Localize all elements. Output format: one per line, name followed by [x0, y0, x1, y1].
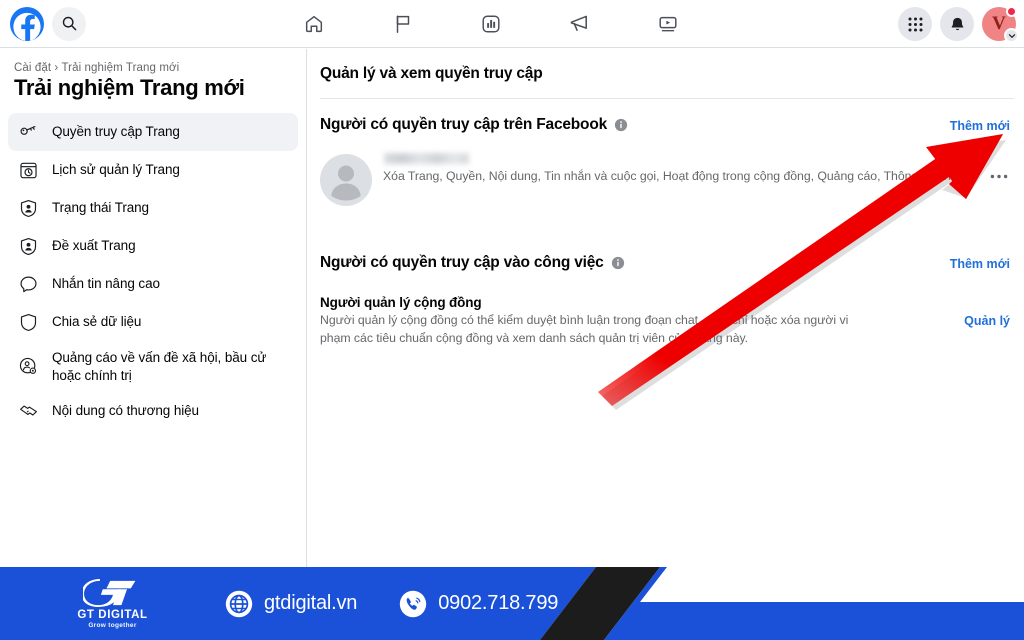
phone-call-icon: [400, 590, 427, 617]
person-avatar-icon: [320, 154, 372, 206]
facebook-access-section-header: Người có quyền truy cập trên Facebook Th…: [308, 99, 1024, 134]
person-more-options-button[interactable]: [986, 166, 1012, 186]
gt-brand-tagline: Grow together: [88, 621, 137, 629]
sidebar-item-social-issue-ads[interactable]: Quảng cáo về vấn đề xã hội, bầu cử hoặc …: [8, 341, 298, 392]
banner-items: GT DIGITAL Grow together gtdigital.vn 09…: [0, 567, 660, 640]
key-icon: [17, 121, 39, 143]
topbar-left-group: [0, 6, 270, 41]
video-icon: [659, 16, 677, 31]
community-manager-manage-link[interactable]: Quản lý: [964, 295, 1010, 328]
work-access-add-link[interactable]: Thêm mới: [950, 254, 1010, 271]
work-access-section-header: Người có quyền truy cập vào công việc Th…: [308, 206, 1024, 272]
community-manager-row: Người quản lý cộng đồng Người quản lý cộ…: [308, 272, 1024, 347]
person-details: Xóa Trang, Quyền, Nội dung, Tin nhắn và …: [372, 152, 1010, 186]
sidebar-item-label: Nhắn tin nâng cao: [52, 276, 160, 292]
sidebar-item-label: Lịch sử quản lý Trang: [52, 162, 180, 178]
sidebar-item-page-status[interactable]: Trạng thái Trang: [8, 189, 298, 227]
home-icon: [305, 15, 323, 32]
megaphone-ad-icon: [570, 15, 587, 31]
bell-icon: [951, 17, 963, 30]
facebook-logo-icon[interactable]: [10, 6, 44, 41]
nav-home-button[interactable]: [286, 3, 342, 45]
gt-monogram-icon: [82, 578, 135, 607]
search-icon: [62, 16, 76, 31]
gt-digital-logo: GT DIGITAL Grow together: [60, 578, 165, 629]
flag-icon: [396, 14, 409, 33]
sidebar-item-label: Chia sẻ dữ liệu: [52, 314, 142, 330]
sidebar-item-label: Quyền truy cập Trang: [52, 124, 180, 140]
search-button[interactable]: [52, 6, 86, 41]
info-circle-icon[interactable]: [611, 256, 625, 270]
facebook-page-settings-screen: V Cài đặt › Trải nghiệm Trang mới Trải n…: [0, 0, 1024, 640]
nav-insights-button[interactable]: [463, 3, 519, 45]
notifications-button[interactable]: [940, 7, 974, 41]
sidebar-item-page-access[interactable]: Quyền truy cập Trang: [8, 113, 298, 151]
shield-icon: [17, 311, 39, 333]
nav-video-button[interactable]: [640, 3, 696, 45]
breadcrumb: Cài đặt › Trải nghiệm Trang mới: [14, 62, 180, 74]
main-content-panel: Quản lý và xem quyền truy cập Người có q…: [308, 49, 1024, 567]
facebook-access-person-row: Xóa Trang, Quyền, Nội dung, Tin nhắn và …: [308, 134, 1024, 206]
sidebar-item-page-history[interactable]: Lịch sử quản lý Trang: [8, 151, 298, 189]
sidebar-item-label: Đề xuất Trang: [52, 238, 136, 254]
person-name-blurred: [384, 153, 469, 164]
main-heading: Quản lý và xem quyền truy cập: [320, 65, 543, 82]
banner-phone-item[interactable]: 0902.718.799: [399, 590, 558, 618]
gt-brand-name: GT DIGITAL: [77, 608, 148, 621]
topbar-nav-icons: [286, 0, 696, 48]
facebook-access-heading: Người có quyền truy cập trên Facebook: [320, 116, 628, 134]
nav-ads-button[interactable]: [552, 3, 608, 45]
person-permissions-text: Xóa Trang, Quyền, Nội dung, Tin nhắn và …: [383, 169, 973, 183]
sidebar-item-label: Trạng thái Trang: [52, 200, 149, 216]
apps-grid-icon: [908, 17, 922, 31]
work-access-heading-text: Người có quyền truy cập vào công việc: [320, 254, 604, 271]
shield-person-icon: [17, 235, 39, 257]
speech-bubble-icon: [17, 273, 39, 295]
avatar-notification-badge: [1006, 6, 1017, 17]
ellipsis-horizontal-icon: [990, 174, 1008, 178]
community-manager-description: Người quản lý cộng đồng có thể kiểm duyệ…: [320, 313, 849, 346]
sidebar-nav-list: Quyền truy cập Trang Lịch sử quản lý Tra…: [0, 113, 306, 430]
sidebar-item-data-sharing[interactable]: Chia sẻ dữ liệu: [8, 303, 298, 341]
handshake-icon: [17, 400, 39, 422]
shield-person-icon: [17, 197, 39, 219]
insights-chart-icon: [482, 14, 500, 33]
sidebar-item-page-suggestions[interactable]: Đề xuất Trang: [8, 227, 298, 265]
page-title: Trải nghiệm Trang mới: [14, 75, 245, 100]
person-gear-icon: [17, 356, 39, 378]
settings-sidebar: Cài đặt › Trải nghiệm Trang mới Trải ngh…: [0, 49, 307, 567]
nav-pages-button[interactable]: [375, 3, 431, 45]
facebook-access-heading-text: Người có quyền truy cập trên Facebook: [320, 116, 608, 133]
facebook-access-add-link[interactable]: Thêm mới: [950, 116, 1010, 133]
info-circle-icon[interactable]: [614, 118, 628, 132]
user-avatar-button[interactable]: V: [982, 6, 1019, 43]
banner-website-item[interactable]: gtdigital.vn: [225, 590, 357, 618]
sidebar-item-branded-content[interactable]: Nội dung có thương hiệu: [8, 392, 298, 430]
banner-website-text: gtdigital.vn: [264, 592, 358, 614]
sidebar-item-label: Nội dung có thương hiệu: [52, 403, 199, 419]
work-access-heading: Người có quyền truy cập vào công việc: [320, 254, 625, 272]
apps-menu-button[interactable]: [898, 7, 932, 41]
community-manager-info: Người quản lý cộng đồng Người quản lý cộ…: [320, 295, 850, 347]
history-window-icon: [17, 159, 39, 181]
topbar-right-group: V: [898, 0, 1019, 48]
sidebar-item-advanced-messaging[interactable]: Nhắn tin nâng cao: [8, 265, 298, 303]
promo-banner: GT DIGITAL Grow together gtdigital.vn 09…: [0, 567, 1024, 640]
sidebar-item-label: Quảng cáo về vấn đề xã hội, bầu cử hoặc …: [52, 350, 267, 383]
top-navigation-bar: V: [0, 0, 1024, 48]
globe-icon: [225, 590, 253, 617]
community-manager-title: Người quản lý cộng đồng: [320, 295, 482, 310]
chevron-down-icon[interactable]: [1004, 28, 1019, 43]
banner-phone-text: 0902.718.799: [438, 592, 559, 614]
